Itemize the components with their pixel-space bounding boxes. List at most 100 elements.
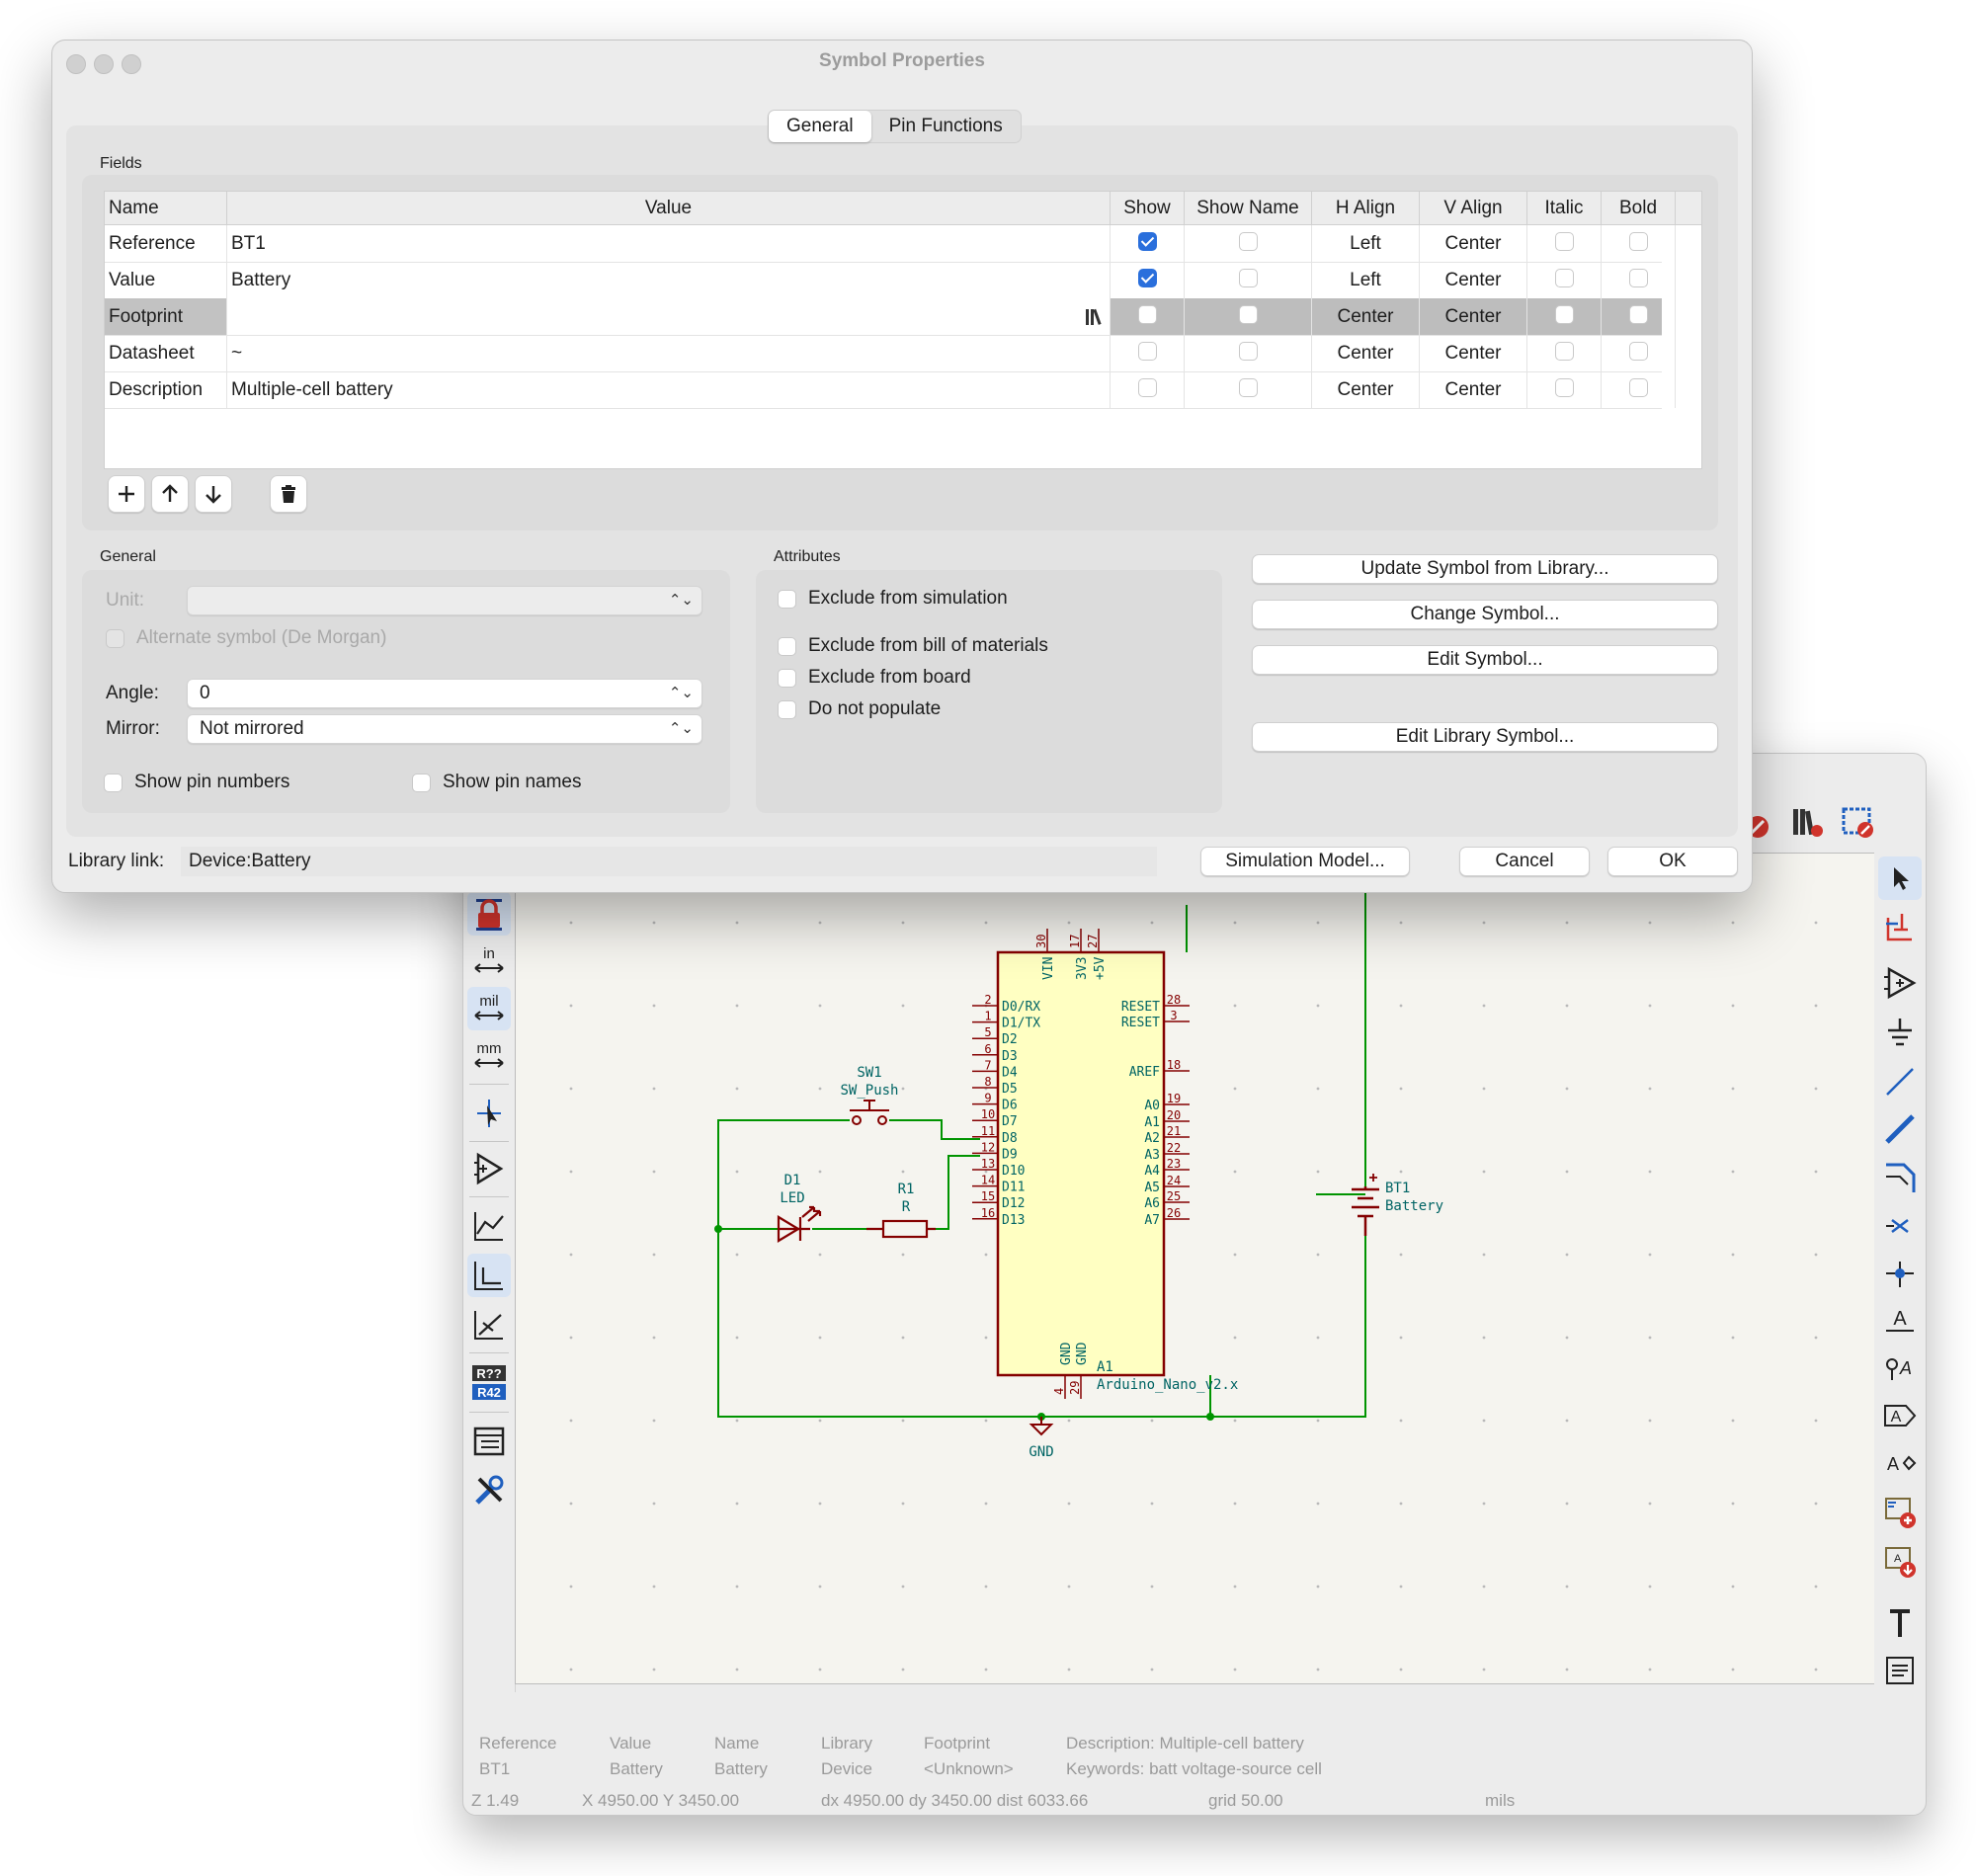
add-wire-icon[interactable] — [1878, 1060, 1922, 1103]
annotate-icon[interactable]: R?? R42 — [467, 1360, 511, 1404]
cell-h-align[interactable]: Left — [1312, 262, 1420, 298]
cell-h-align[interactable]: Left — [1312, 225, 1420, 262]
cell-value[interactable]: BT1 — [227, 225, 1111, 262]
table-row[interactable]: Value Battery Left Center — [105, 262, 1676, 299]
add-global-label-icon[interactable]: A — [1878, 1394, 1922, 1437]
table-row[interactable]: Reference BT1 Left Center — [105, 225, 1676, 263]
show-name-checkbox[interactable] — [1238, 269, 1258, 288]
exclude-board-checkbox[interactable]: Exclude from board — [778, 667, 971, 689]
fields-grid[interactable]: Name Value Show Show Name H Align V Alig… — [104, 191, 1702, 469]
show-checkbox[interactable] — [1137, 269, 1157, 288]
hierarchy-navigator-icon[interactable] — [467, 1147, 511, 1190]
footprint-chooser-icon[interactable] — [1084, 298, 1106, 335]
import-sheet-pin-icon[interactable]: A — [1878, 1540, 1922, 1584]
show-pin-names-checkbox[interactable]: Show pin names — [412, 772, 581, 793]
col-header-bold[interactable]: Bold — [1602, 192, 1676, 225]
cell-h-align[interactable]: Center — [1312, 298, 1420, 335]
library-link-field[interactable]: Device:Battery — [181, 847, 1157, 876]
show-checkbox[interactable] — [1137, 305, 1157, 325]
line-free-icon[interactable] — [467, 1303, 511, 1346]
cancel-button[interactable]: Cancel — [1459, 847, 1590, 876]
line-90-icon[interactable] — [467, 1254, 511, 1297]
cell-value[interactable]: ~ — [227, 335, 1111, 371]
bold-checkbox[interactable] — [1628, 378, 1648, 398]
add-sheet-icon[interactable] — [1878, 1491, 1922, 1534]
cell-italic[interactable] — [1527, 298, 1602, 335]
cell-show-name[interactable] — [1185, 335, 1312, 371]
show-checkbox[interactable] — [1137, 232, 1157, 252]
cell-name[interactable]: Description — [105, 371, 227, 408]
italic-checkbox[interactable] — [1554, 378, 1574, 398]
add-hier-label-icon[interactable]: A — [1878, 1441, 1922, 1485]
schematic-canvas[interactable]: 2 D0/RX 1 D1/TX 5 D2 6 D3 7 D4 8 D5 9 D6 10 D7 11 D8 12 D9 1… — [515, 853, 1876, 1684]
add-junction-icon[interactable] — [1878, 1252, 1922, 1295]
cursor-crosshair-icon[interactable] — [467, 1092, 511, 1135]
cell-v-align[interactable]: Center — [1420, 298, 1527, 335]
add-label-icon[interactable]: A — [1878, 1299, 1922, 1343]
italic-checkbox[interactable] — [1554, 232, 1574, 252]
col-header-show[interactable]: Show — [1111, 192, 1185, 225]
cell-show[interactable] — [1111, 225, 1185, 262]
cell-v-align[interactable]: Center — [1420, 262, 1527, 298]
add-power-icon[interactable] — [1878, 1011, 1922, 1054]
update-symbol-button[interactable]: Update Symbol from Library... — [1252, 554, 1718, 584]
select-arrow-icon[interactable] — [1878, 856, 1922, 900]
cell-show[interactable] — [1111, 335, 1185, 371]
cell-bold[interactable] — [1602, 371, 1676, 408]
show-checkbox[interactable] — [1137, 342, 1157, 362]
col-header-italic[interactable]: Italic — [1527, 192, 1602, 225]
units-mil-icon[interactable]: mil — [467, 987, 511, 1030]
col-header-v-align[interactable]: V Align — [1420, 192, 1527, 225]
tab-pin-functions[interactable]: Pin Functions — [871, 111, 1021, 142]
add-symbol-icon[interactable] — [1878, 961, 1922, 1005]
bold-checkbox[interactable] — [1628, 269, 1648, 288]
exclude-simulation-checkbox[interactable]: Exclude from simulation — [778, 588, 1008, 610]
move-field-down-button[interactable] — [195, 475, 232, 513]
cell-h-align[interactable]: Center — [1312, 335, 1420, 371]
cell-show-name[interactable] — [1185, 371, 1312, 408]
bold-checkbox[interactable] — [1628, 342, 1648, 362]
cell-italic[interactable] — [1527, 371, 1602, 408]
cell-v-align[interactable]: Center — [1420, 335, 1527, 371]
angle-select[interactable]: 0 ⌃⌄ — [187, 679, 702, 708]
line-45-icon[interactable] — [467, 1204, 511, 1248]
exclude-bom-checkbox[interactable]: Exclude from bill of materials — [778, 635, 1048, 657]
show-pin-numbers-checkbox[interactable]: Show pin numbers — [104, 772, 289, 793]
cell-show[interactable] — [1111, 371, 1185, 408]
cell-show-name[interactable] — [1185, 225, 1312, 262]
add-field-button[interactable] — [108, 475, 145, 513]
cell-value[interactable] — [227, 298, 1111, 335]
italic-checkbox[interactable] — [1554, 342, 1574, 362]
cell-bold[interactable] — [1602, 298, 1676, 335]
cell-value[interactable]: Battery — [227, 262, 1111, 298]
cell-name[interactable]: Reference — [105, 225, 227, 262]
add-text-icon[interactable] — [1878, 1601, 1922, 1645]
cell-show-name[interactable] — [1185, 298, 1312, 335]
move-field-up-button[interactable] — [151, 475, 189, 513]
col-header-show-name[interactable]: Show Name — [1185, 192, 1312, 225]
add-net-class-icon[interactable]: A — [1878, 1346, 1922, 1390]
col-header-h-align[interactable]: H Align — [1312, 192, 1420, 225]
show-name-checkbox[interactable] — [1238, 378, 1258, 398]
cell-show[interactable] — [1111, 298, 1185, 335]
ok-button[interactable]: OK — [1607, 847, 1738, 876]
cell-name[interactable]: Datasheet — [105, 335, 227, 371]
lock-icon[interactable] — [467, 892, 511, 936]
delete-field-button[interactable] — [270, 475, 307, 513]
units-mm-icon[interactable]: mm — [467, 1034, 511, 1078]
cell-h-align[interactable]: Center — [1312, 371, 1420, 408]
add-textbox-icon[interactable] — [1878, 1649, 1922, 1692]
simulation-model-button[interactable]: Simulation Model... — [1200, 847, 1410, 876]
cell-italic[interactable] — [1527, 225, 1602, 262]
table-row[interactable]: Footprint Center Center — [105, 298, 1676, 336]
cell-value[interactable]: Multiple-cell battery — [227, 371, 1111, 408]
tab-general[interactable]: General — [769, 111, 871, 142]
bold-checkbox[interactable] — [1628, 305, 1648, 325]
edit-library-symbol-button[interactable]: Edit Library Symbol... — [1252, 722, 1718, 752]
cell-italic[interactable] — [1527, 262, 1602, 298]
col-header-value[interactable]: Value — [227, 192, 1111, 225]
change-symbol-button[interactable]: Change Symbol... — [1252, 600, 1718, 629]
table-row[interactable]: Description Multiple-cell battery Center Ce… — [105, 371, 1676, 409]
cell-v-align[interactable]: Center — [1420, 225, 1527, 262]
preferences-icon[interactable] — [467, 1469, 511, 1512]
